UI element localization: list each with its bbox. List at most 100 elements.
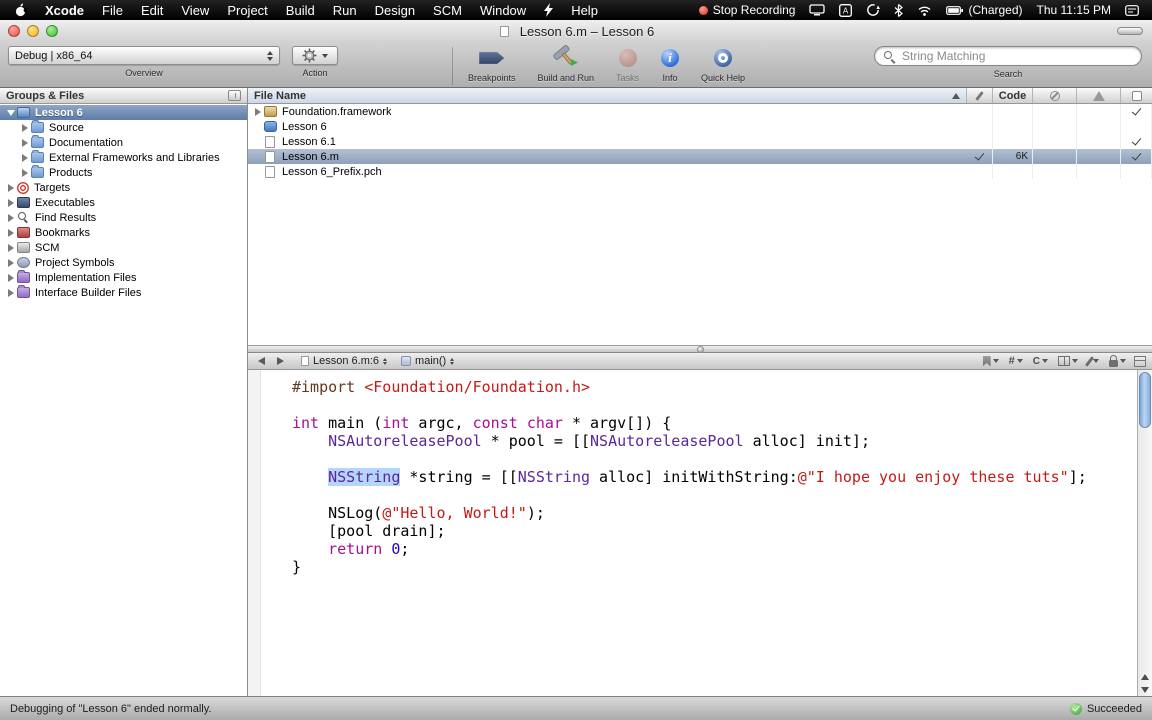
disclosure-triangle[interactable]: [5, 289, 16, 297]
sidebar-item-products[interactable]: Products: [0, 165, 247, 180]
split-editor-button[interactable]: [1134, 355, 1146, 367]
toolbar-toggle-button[interactable]: [1117, 27, 1143, 35]
sidebar-header[interactable]: Groups & Files: [0, 88, 247, 104]
breakpoints-button[interactable]: Breakpoints: [468, 46, 515, 83]
menuextra-battery[interactable]: (Charged): [939, 0, 1029, 20]
menuextra-airport[interactable]: [910, 0, 939, 20]
disclosure-triangle[interactable]: [5, 259, 16, 267]
menu-lightning[interactable]: [535, 0, 562, 20]
build-and-run-button[interactable]: Build and Run: [537, 44, 594, 83]
file-row-lesson-6-1[interactable]: Lesson 6.1: [248, 134, 1152, 149]
target-membership-cell[interactable]: [1121, 164, 1152, 179]
sidebar-item-scm[interactable]: SCM: [0, 240, 247, 255]
menu-run[interactable]: Run: [324, 0, 366, 20]
file-row-lesson-6-prefix-pch[interactable]: Lesson 6_Prefix.pch: [248, 164, 1152, 179]
disclosure-triangle[interactable]: [252, 108, 263, 116]
target-membership-cell[interactable]: [1121, 119, 1152, 134]
sidebar-item-documentation[interactable]: Documentation: [0, 135, 247, 150]
column-header-file-name[interactable]: File Name: [248, 88, 967, 103]
symbol-popup[interactable]: main(): [396, 355, 459, 367]
disclosure-triangle[interactable]: [19, 139, 30, 147]
file-history-popup[interactable]: Lesson 6.m:6: [296, 355, 392, 367]
sidebar-item-implementation-files[interactable]: Implementation Files: [0, 270, 247, 285]
column-header-target-membership[interactable]: [1121, 88, 1152, 103]
quick-help-button[interactable]: Quick Help: [701, 46, 745, 83]
tasks-button[interactable]: Tasks: [616, 46, 639, 83]
menuextra-time-machine[interactable]: [859, 0, 887, 20]
disclosure-triangle[interactable]: [5, 229, 16, 237]
scrollbar-thumb[interactable]: [1139, 372, 1151, 428]
editor-scrollbar[interactable]: [1137, 370, 1152, 696]
sidebar-item-lesson-6[interactable]: Lesson 6: [0, 105, 247, 120]
pencil-button[interactable]: [1084, 355, 1099, 367]
title-bar[interactable]: Lesson 6.m – Lesson 6: [0, 20, 1152, 42]
column-header-errors[interactable]: [1033, 88, 1077, 103]
time-machine-icon: [866, 3, 881, 17]
disclosure-triangle[interactable]: [5, 184, 16, 192]
column-header-warnings[interactable]: [1077, 88, 1121, 103]
scroll-up-button[interactable]: [1141, 674, 1149, 680]
menu-clock[interactable]: Thu 11:15 PM: [1030, 0, 1118, 20]
search-input[interactable]: String Matching: [874, 46, 1143, 66]
sidebar-item-interface-builder-files[interactable]: Interface Builder Files: [0, 285, 247, 300]
scroll-down-button[interactable]: [1141, 687, 1149, 693]
menu-project[interactable]: Project: [218, 0, 276, 20]
menu-window[interactable]: Window: [471, 0, 535, 20]
menuextra-user-switch[interactable]: [1118, 0, 1146, 20]
disclosure-triangle[interactable]: [5, 274, 16, 282]
menuextra-display[interactable]: [802, 0, 832, 20]
zoom-button[interactable]: [46, 25, 58, 37]
menuextra-input-menu[interactable]: A: [832, 0, 859, 20]
disclosure-triangle[interactable]: [19, 169, 30, 177]
sidebar-item-bookmarks[interactable]: Bookmarks: [0, 225, 247, 240]
menu-scm[interactable]: SCM: [424, 0, 471, 20]
sidebar-item-project-symbols[interactable]: Project Symbols: [0, 255, 247, 270]
sidebar-item-source[interactable]: Source: [0, 120, 247, 135]
disclosure-triangle[interactable]: [5, 110, 16, 116]
disclosure-triangle[interactable]: [5, 244, 16, 252]
code-editor[interactable]: #import <Foundation/Foundation.h> int mai…: [261, 370, 1137, 696]
target-membership-cell[interactable]: [1121, 104, 1152, 119]
menu-xcode[interactable]: Xcode: [36, 0, 93, 20]
lock-button[interactable]: [1109, 355, 1126, 367]
check-icon: [1131, 135, 1141, 146]
file-row-foundation-framework[interactable]: Foundation.framework: [248, 104, 1152, 119]
sidebar-item-find-results[interactable]: Find Results: [0, 210, 247, 225]
menu-help[interactable]: Help: [562, 0, 607, 20]
editor-gutter[interactable]: [248, 370, 261, 696]
disclosure-triangle[interactable]: [5, 199, 16, 207]
sidebar-item-external-frameworks-and-libraries[interactable]: External Frameworks and Libraries: [0, 150, 247, 165]
disclosure-triangle[interactable]: [19, 124, 30, 132]
class-browser-button[interactable]: [1033, 356, 1048, 367]
column-header-build-status[interactable]: [967, 88, 993, 103]
menu-stop-recording[interactable]: Stop Recording: [692, 0, 803, 20]
sidebar-item-executables[interactable]: Executables: [0, 195, 247, 210]
disclosure-triangle[interactable]: [5, 214, 16, 222]
sidebar-pane-icon[interactable]: [228, 90, 241, 101]
menu-view[interactable]: View: [172, 0, 218, 20]
bookmark-button[interactable]: [982, 355, 999, 367]
menu-file[interactable]: File: [93, 0, 132, 20]
target-membership-cell[interactable]: [1121, 149, 1152, 164]
hash-button[interactable]: [1009, 355, 1023, 367]
go-forward-button[interactable]: [277, 357, 284, 365]
minimize-button[interactable]: [27, 25, 39, 37]
info-button[interactable]: Info: [661, 46, 680, 83]
file-row-lesson-6[interactable]: Lesson 6: [248, 119, 1152, 134]
column-header-code[interactable]: Code: [993, 88, 1033, 103]
target-membership-cell[interactable]: [1121, 134, 1152, 149]
horizontal-splitter[interactable]: [248, 345, 1152, 353]
action-popup[interactable]: [292, 46, 338, 65]
go-back-button[interactable]: [258, 357, 265, 365]
counterpart-button[interactable]: [1058, 356, 1078, 366]
close-button[interactable]: [8, 25, 20, 37]
disclosure-triangle[interactable]: [19, 154, 30, 162]
overview-popup[interactable]: Debug | x86_64: [8, 46, 280, 65]
menu-edit[interactable]: Edit: [132, 0, 172, 20]
menu-build[interactable]: Build: [277, 0, 324, 20]
file-row-lesson-6-m[interactable]: Lesson 6.m 6K: [248, 149, 1152, 164]
menuextra-bluetooth[interactable]: [887, 0, 910, 20]
menu-design[interactable]: Design: [366, 0, 424, 20]
sidebar-item-targets[interactable]: Targets: [0, 180, 247, 195]
menu-apple-logo[interactable]: [6, 0, 36, 20]
